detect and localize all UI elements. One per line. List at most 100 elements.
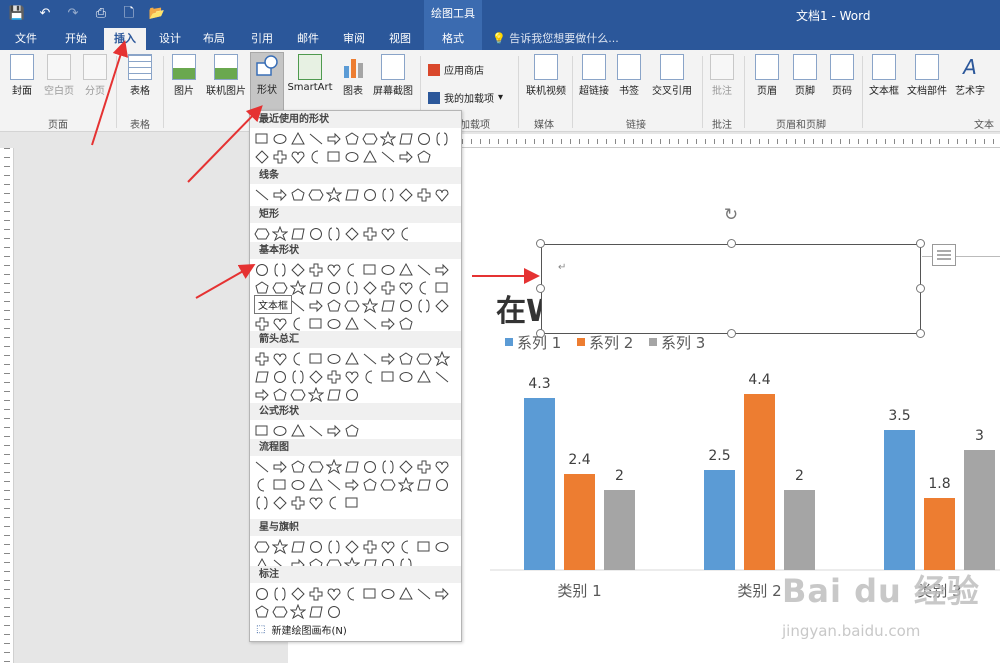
shape-moon-icon[interactable] xyxy=(362,369,378,385)
shape-diamond-icon[interactable] xyxy=(398,459,414,475)
shape-circ-icon[interactable] xyxy=(254,586,270,602)
shape-bracket-icon[interactable] xyxy=(272,586,288,602)
tab-insert[interactable]: 插入 xyxy=(104,28,146,50)
shape-heart-icon[interactable] xyxy=(344,369,360,385)
online-video-button[interactable]: 联机视频 xyxy=(524,54,568,97)
shape-heart-icon[interactable] xyxy=(308,495,324,511)
shape-diamond-icon[interactable] xyxy=(308,369,324,385)
shape-circ-icon[interactable] xyxy=(362,459,378,475)
shape-line-icon[interactable] xyxy=(308,131,324,147)
shape-para-icon[interactable] xyxy=(344,187,360,203)
shape-pent-icon[interactable] xyxy=(398,316,414,332)
shape-circ-icon[interactable] xyxy=(326,280,342,296)
shape-bracket-icon[interactable] xyxy=(344,280,360,296)
my-addins-button[interactable]: 我的加载项 ▾ xyxy=(428,90,503,105)
tab-references[interactable]: 引用 xyxy=(240,28,284,50)
shape-hex-icon[interactable] xyxy=(308,459,324,475)
shape-arrow-icon[interactable] xyxy=(380,351,396,367)
shape-cross-icon[interactable] xyxy=(290,495,306,511)
shape-circ-icon[interactable] xyxy=(362,187,378,203)
shape-star-icon[interactable] xyxy=(326,187,342,203)
shape-pent-icon[interactable] xyxy=(254,604,270,620)
shape-star-icon[interactable] xyxy=(272,226,288,242)
shape-heart-icon[interactable] xyxy=(434,459,450,475)
tab-home[interactable]: 开始 xyxy=(56,28,96,50)
tab-layout[interactable]: 布局 xyxy=(196,28,232,50)
shape-arrow-icon[interactable] xyxy=(272,459,288,475)
shape-line-icon[interactable] xyxy=(416,586,432,602)
screenshot-button[interactable]: 屏幕截图 xyxy=(370,54,416,97)
online-picture-button[interactable]: 联机图片 xyxy=(202,54,250,97)
shape-diamond-icon[interactable] xyxy=(362,280,378,296)
shape-line-icon[interactable] xyxy=(290,298,306,314)
tell-me-search[interactable]: 💡 告诉我您想要做什么... xyxy=(492,28,619,50)
cross-reference-button[interactable]: 交叉引用 xyxy=(648,54,696,97)
shape-arrow-icon[interactable] xyxy=(254,387,270,403)
shape-pent-icon[interactable] xyxy=(290,459,306,475)
shape-hex-icon[interactable] xyxy=(272,280,288,296)
shape-heart-icon[interactable] xyxy=(398,280,414,296)
shape-diamond-icon[interactable] xyxy=(434,298,450,314)
shape-cross-icon[interactable] xyxy=(308,586,324,602)
shape-pent-icon[interactable] xyxy=(362,477,378,493)
shape-hex-icon[interactable] xyxy=(272,604,288,620)
shape-heart-icon[interactable] xyxy=(434,187,450,203)
shape-arrow-icon[interactable] xyxy=(326,423,342,439)
shape-arrow-icon[interactable] xyxy=(308,298,324,314)
shape-tri-icon[interactable] xyxy=(308,477,324,493)
shape-para-icon[interactable] xyxy=(290,226,306,242)
shape-moon-icon[interactable] xyxy=(290,316,306,332)
shape-bracket-icon[interactable] xyxy=(434,131,450,147)
shape-star-icon[interactable] xyxy=(272,539,288,555)
shape-rect-icon[interactable] xyxy=(380,369,396,385)
shape-hex-icon[interactable] xyxy=(362,131,378,147)
shape-hex-icon[interactable] xyxy=(344,298,360,314)
shape-moon-icon[interactable] xyxy=(398,226,414,242)
shape-pent-icon[interactable] xyxy=(398,351,414,367)
shape-circ-icon[interactable] xyxy=(308,539,324,555)
shape-oval-icon[interactable] xyxy=(380,262,396,278)
save-icon[interactable]: 💾 xyxy=(6,4,28,24)
shape-line-icon[interactable] xyxy=(416,262,432,278)
wordart-button[interactable]: A 艺术字 xyxy=(952,54,988,97)
shape-rect-icon[interactable] xyxy=(326,149,342,165)
shape-hex-icon[interactable] xyxy=(380,477,396,493)
shape-rect-icon[interactable] xyxy=(272,477,288,493)
bookmark-button[interactable]: 书签 xyxy=(614,54,644,97)
shape-circ-icon[interactable] xyxy=(308,226,324,242)
page-break-button[interactable]: 分页 xyxy=(80,54,110,97)
shape-diamond-icon[interactable] xyxy=(290,586,306,602)
tab-format[interactable]: 格式 xyxy=(424,28,482,50)
shape-star-icon[interactable] xyxy=(290,604,306,620)
new-doc-icon[interactable]: 🗋 xyxy=(118,4,140,24)
tab-view[interactable]: 视图 xyxy=(382,28,418,50)
shape-pent-icon[interactable] xyxy=(254,280,270,296)
shape-star-icon[interactable] xyxy=(434,351,450,367)
shape-star-icon[interactable] xyxy=(326,459,342,475)
textbox-button[interactable]: 文本框 xyxy=(866,54,902,97)
shape-arrow-icon[interactable] xyxy=(434,586,450,602)
shape-rect-icon[interactable] xyxy=(434,280,450,296)
shape-diamond-icon[interactable] xyxy=(344,539,360,555)
shape-oval-icon[interactable] xyxy=(272,423,288,439)
shape-bracket-icon[interactable] xyxy=(326,226,342,242)
shape-cross-icon[interactable] xyxy=(416,187,432,203)
new-drawing-canvas-item[interactable]: ⬚ 新建绘图画布(N) xyxy=(256,622,347,637)
shape-para-icon[interactable] xyxy=(254,369,270,385)
undo-icon[interactable]: ↶ xyxy=(34,4,56,24)
shape-cross-icon[interactable] xyxy=(380,280,396,296)
shape-arrow-icon[interactable] xyxy=(344,477,360,493)
tab-design[interactable]: 设计 xyxy=(152,28,188,50)
shape-diamond-icon[interactable] xyxy=(272,495,288,511)
shape-heart-icon[interactable] xyxy=(272,351,288,367)
shape-oval-icon[interactable] xyxy=(398,369,414,385)
shape-para-icon[interactable] xyxy=(326,387,342,403)
shape-rect-icon[interactable] xyxy=(254,423,270,439)
shape-moon-icon[interactable] xyxy=(344,586,360,602)
redo-icon[interactable]: ↷ xyxy=(62,4,84,24)
shape-bracket-icon[interactable] xyxy=(326,539,342,555)
shape-para-icon[interactable] xyxy=(290,539,306,555)
shape-moon-icon[interactable] xyxy=(416,280,432,296)
shape-oval-icon[interactable] xyxy=(272,131,288,147)
shape-circ-icon[interactable] xyxy=(416,131,432,147)
